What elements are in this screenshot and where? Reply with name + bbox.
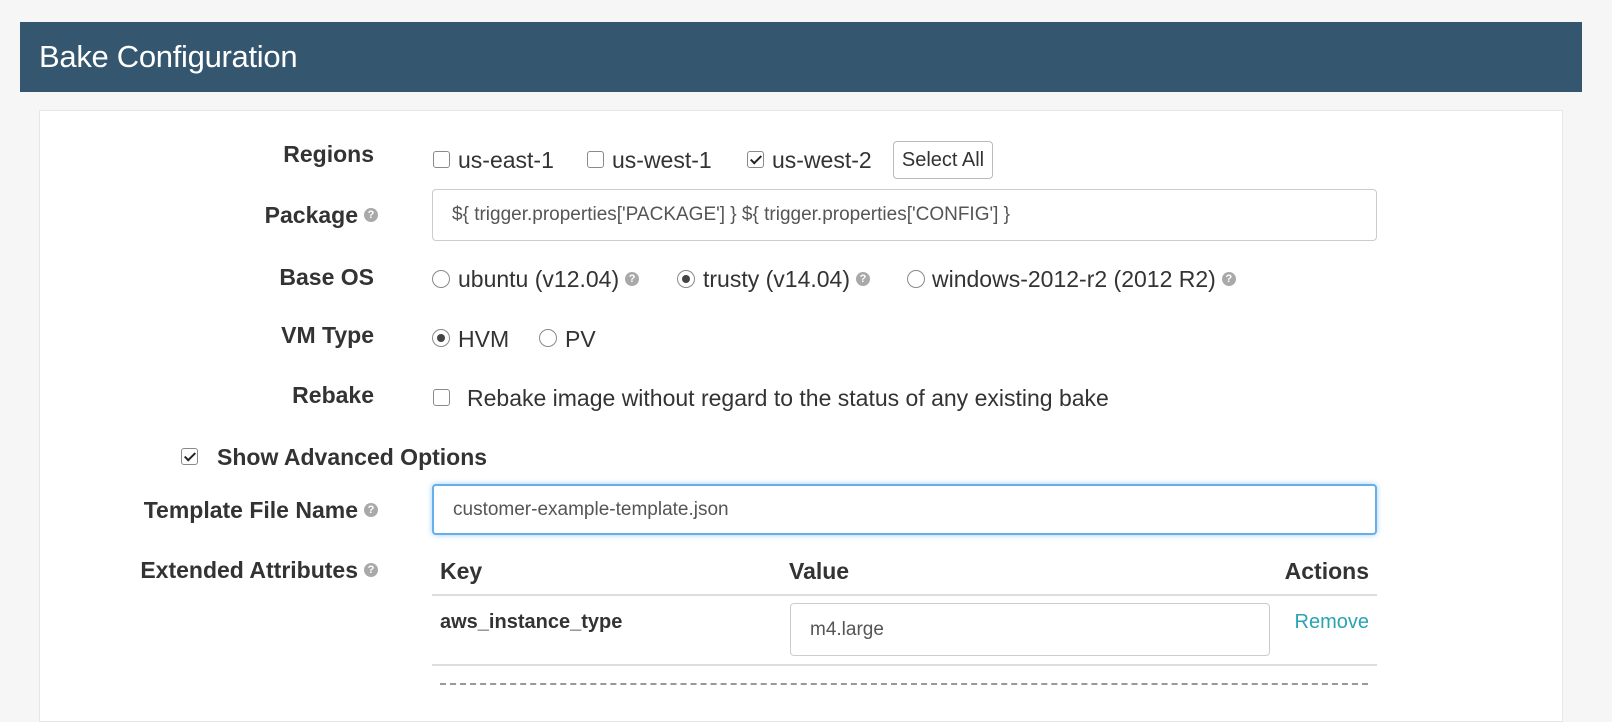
template-file-label-text: Template File Name [143, 497, 358, 523]
add-attribute-placeholder[interactable] [440, 683, 1368, 685]
rebake-option-label[interactable]: Rebake image without regard to the statu… [467, 385, 1109, 412]
vm-type-radio-hvm[interactable] [432, 329, 450, 347]
regions-label: Regions [283, 141, 374, 167]
page-title: Bake Configuration [39, 39, 298, 74]
column-header-actions: Actions [1284, 558, 1369, 584]
column-header-key: Key [440, 558, 483, 584]
table-header-divider [432, 594, 1377, 596]
remove-attribute-link[interactable]: Remove [1295, 611, 1369, 634]
region-checkbox-us-west-2[interactable] [747, 151, 764, 168]
attribute-key-cell: aws_instance_type [440, 611, 623, 633]
base-os-radio-windows[interactable] [907, 270, 925, 288]
vm-type-label-hvm[interactable]: HVM [458, 326, 509, 353]
question-circle-icon[interactable]: ? [625, 271, 640, 286]
package-label: Package? [265, 202, 378, 229]
show-advanced-checkbox[interactable] [181, 448, 198, 465]
region-checkbox-us-east-1[interactable] [433, 151, 450, 168]
region-label-us-west-1[interactable]: us-west-1 [612, 147, 712, 174]
question-circle-icon[interactable]: ? [364, 562, 378, 577]
base-os-label-trusty[interactable]: trusty (v14.04)? [703, 266, 870, 293]
base-os-radio-trusty[interactable] [677, 270, 695, 288]
question-circle-icon[interactable]: ? [1221, 271, 1236, 286]
base-os-label-ubuntu[interactable]: ubuntu (v12.04)? [458, 266, 640, 293]
vm-type-label-pv[interactable]: PV [565, 326, 596, 353]
rebake-checkbox[interactable] [433, 389, 450, 406]
base-os-option-windows-text[interactable]: windows-2012-r2 (2012 R2) [932, 266, 1216, 292]
template-file-input[interactable]: customer-example-template.json [432, 484, 1377, 535]
base-os-radio-ubuntu[interactable] [432, 270, 450, 288]
show-advanced-label[interactable]: Show Advanced Options [217, 444, 487, 471]
region-label-us-west-2[interactable]: us-west-2 [772, 147, 872, 174]
template-file-label: Template File Name? [144, 497, 378, 524]
extended-attributes-label-text: Extended Attributes [140, 557, 358, 583]
region-label-us-east-1[interactable]: us-east-1 [458, 147, 554, 174]
question-circle-icon[interactable]: ? [364, 502, 378, 517]
package-input[interactable]: ${ trigger.properties['PACKAGE'] } ${ tr… [432, 189, 1377, 241]
attribute-value-input[interactable]: m4.large [790, 603, 1270, 656]
base-os-label-windows[interactable]: windows-2012-r2 (2012 R2)? [932, 266, 1236, 293]
rebake-label: Rebake [292, 382, 374, 408]
region-checkbox-us-west-1[interactable] [587, 151, 604, 168]
base-os-option-trusty-text[interactable]: trusty (v14.04) [703, 266, 850, 292]
base-os-option-ubuntu-text[interactable]: ubuntu (v12.04) [458, 266, 619, 292]
question-circle-icon[interactable]: ? [856, 271, 870, 286]
question-circle-icon[interactable]: ? [364, 207, 378, 222]
vm-type-radio-pv[interactable] [539, 329, 557, 347]
page-header: Bake Configuration [20, 22, 1582, 92]
package-label-text: Package [264, 202, 358, 228]
select-all-button[interactable]: Select All [893, 141, 993, 179]
vm-type-label: VM Type [281, 322, 374, 348]
table-row-divider [432, 664, 1377, 666]
column-header-value: Value [789, 558, 850, 584]
base-os-label: Base OS [279, 264, 374, 290]
extended-attributes-label: Extended Attributes? [140, 557, 378, 584]
